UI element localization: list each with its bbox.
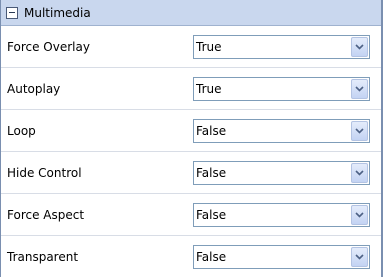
dropdown-value: False bbox=[196, 123, 227, 138]
dropdown-value: False bbox=[196, 207, 227, 222]
section-title: Multimedia bbox=[24, 5, 91, 20]
property-row-transparent: Transparent False bbox=[1, 236, 381, 278]
chevron-down-icon[interactable] bbox=[351, 162, 368, 183]
loop-dropdown[interactable]: False bbox=[193, 118, 370, 143]
dropdown-value: False bbox=[196, 165, 227, 180]
collapse-icon[interactable] bbox=[6, 6, 18, 19]
property-label: Transparent bbox=[7, 250, 79, 264]
dropdown-value: True bbox=[196, 81, 222, 96]
chevron-down-icon[interactable] bbox=[351, 204, 368, 225]
property-row-loop: Loop False bbox=[1, 110, 381, 152]
property-row-force-overlay: Force Overlay True bbox=[1, 26, 381, 68]
dropdown-value: True bbox=[196, 39, 222, 54]
property-label: Autoplay bbox=[7, 81, 61, 96]
property-row-force-aspect: Force Aspect False bbox=[1, 194, 381, 236]
property-row-autoplay: Autoplay True bbox=[1, 68, 381, 110]
chevron-down-icon[interactable] bbox=[351, 36, 368, 57]
property-label: Force Overlay bbox=[7, 39, 90, 54]
chevron-down-icon[interactable] bbox=[351, 120, 368, 141]
property-label: Loop bbox=[7, 123, 36, 138]
property-grid: Multimedia Force Overlay True Autoplay T… bbox=[0, 0, 383, 277]
hide-control-dropdown[interactable]: False bbox=[193, 160, 370, 185]
dropdown-value: False bbox=[196, 250, 227, 264]
property-label: Hide Control bbox=[7, 165, 82, 180]
transparent-dropdown[interactable]: False bbox=[193, 245, 370, 269]
section-header[interactable]: Multimedia bbox=[1, 0, 381, 26]
property-label: Force Aspect bbox=[7, 207, 85, 222]
autoplay-dropdown[interactable]: True bbox=[193, 76, 370, 101]
property-row-hide-control: Hide Control False bbox=[1, 152, 381, 194]
chevron-down-icon[interactable] bbox=[351, 78, 368, 99]
force-aspect-dropdown[interactable]: False bbox=[193, 202, 370, 227]
force-overlay-dropdown[interactable]: True bbox=[193, 34, 370, 59]
chevron-down-icon[interactable] bbox=[351, 247, 368, 267]
